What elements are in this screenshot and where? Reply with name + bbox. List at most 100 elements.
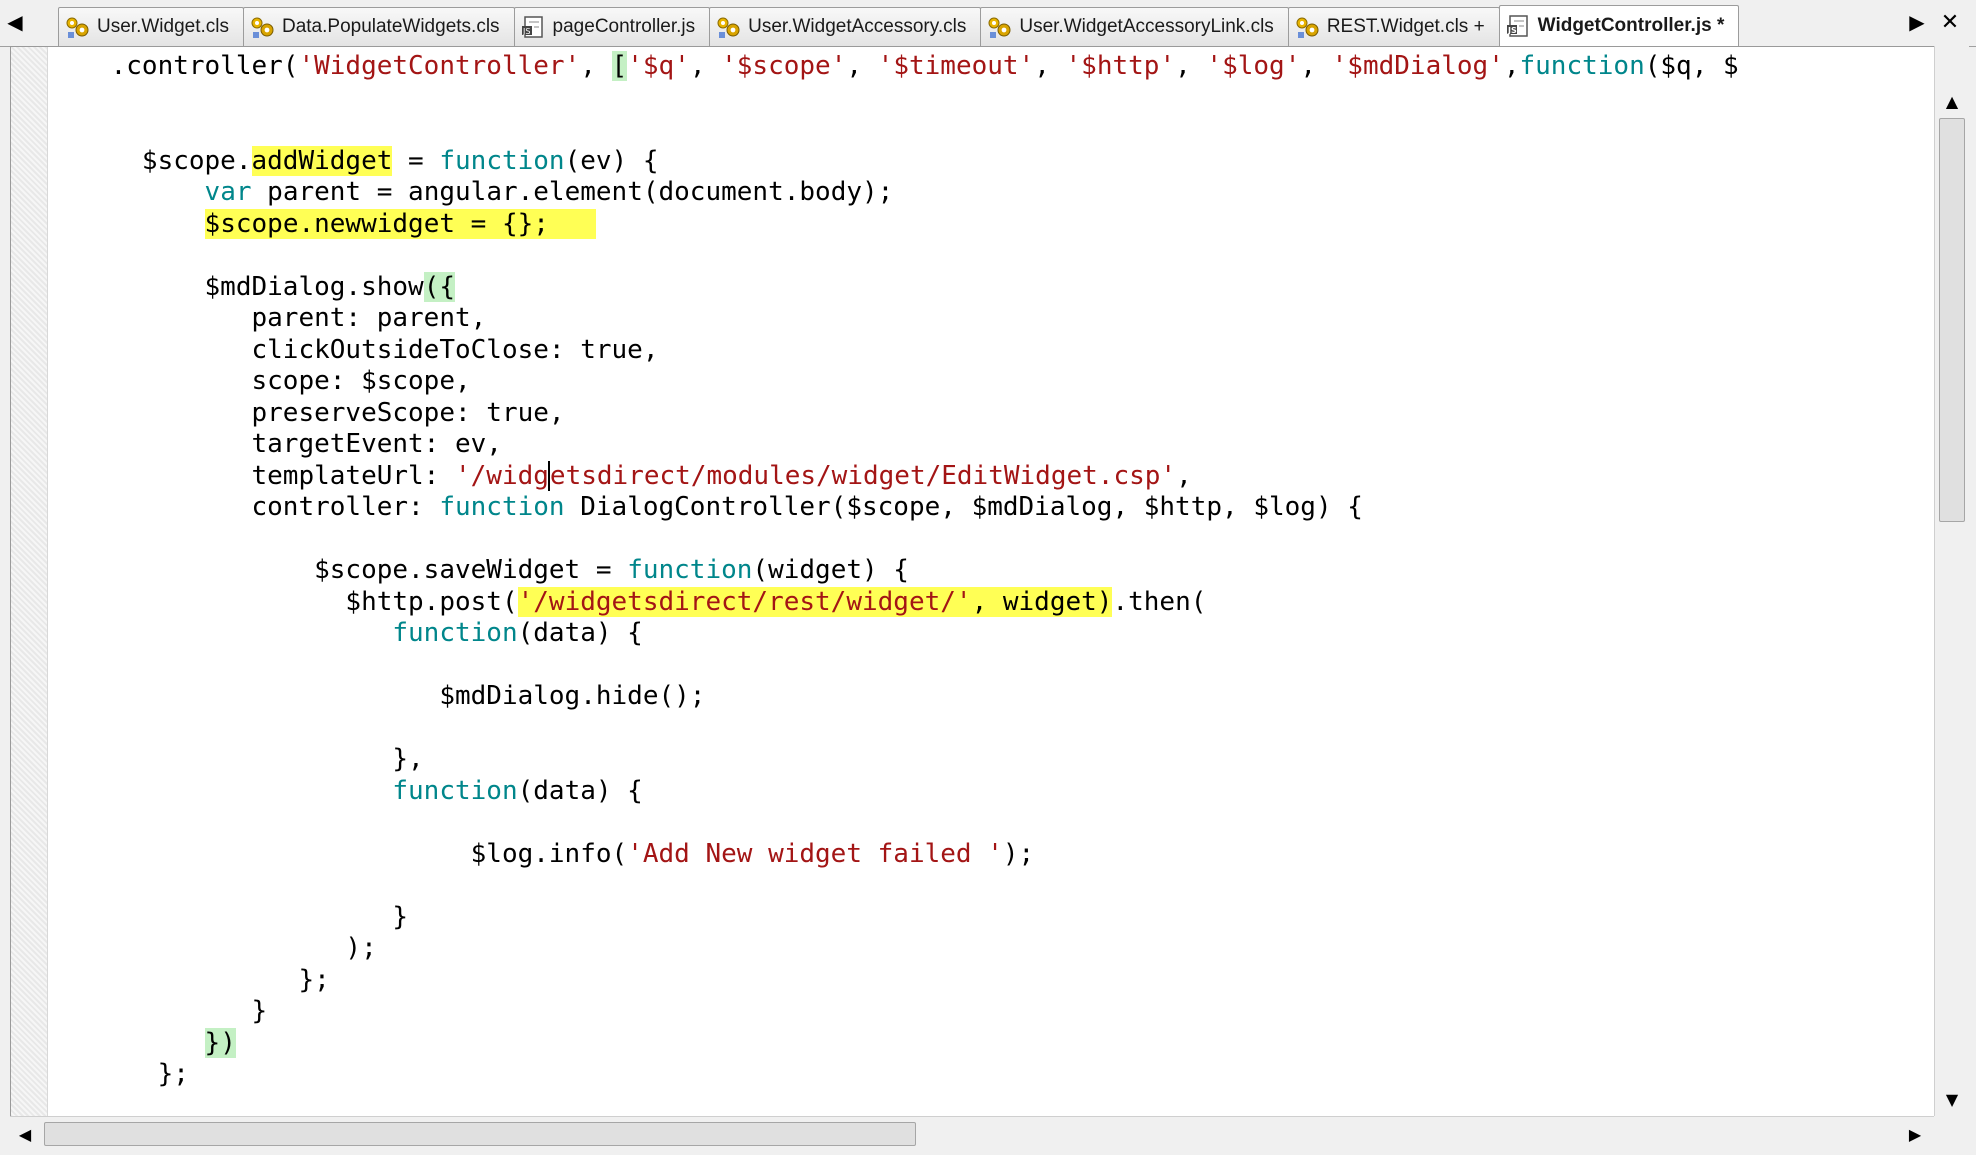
code-token: function xyxy=(439,145,565,176)
code-token: function xyxy=(439,492,565,522)
code-token: '$q' xyxy=(627,51,690,81)
code-line[interactable]: } xyxy=(48,996,1739,1028)
close-icon[interactable]: ✕ xyxy=(1935,0,1965,44)
code-token: '$mdDialog' xyxy=(1331,51,1504,81)
code-token: .controller( xyxy=(48,51,299,81)
code-line[interactable]: .controller('WidgetController', ['$q', '… xyxy=(48,51,1739,83)
code-line[interactable]: templateUrl: '/widgetsdirect/modules/wid… xyxy=(48,460,1739,493)
code-token: function xyxy=(392,775,518,806)
code-token: , xyxy=(1503,51,1520,81)
tab-scroll-right-icon[interactable]: ▶ xyxy=(1902,0,1932,44)
code-line[interactable]: $mdDialog.hide(); xyxy=(48,681,1739,713)
editor-tabs: User.Widget.cls Data.PopulateWidgets.cls J… xyxy=(58,4,1740,46)
scrollbar-corner xyxy=(1934,1116,1968,1150)
code-token: $scope.newwidget = {}; xyxy=(204,208,596,239)
code-line[interactable]: $scope.addWidget = function(ev) { xyxy=(48,145,1739,178)
code-line[interactable]: ​ xyxy=(48,870,1739,902)
code-token: }, xyxy=(48,744,424,774)
tab-widgetcontroller-js[interactable]: JS WidgetController.js * xyxy=(1498,5,1740,46)
code-token: preserveScope: true, xyxy=(48,397,565,428)
code-token: $mdDialog.hide(); xyxy=(48,681,706,711)
code-text[interactable]: .controller('WidgetController', ['$q', '… xyxy=(48,51,1739,1091)
tab-data-populatewidgets-cls[interactable]: Data.PopulateWidgets.cls xyxy=(242,7,515,46)
code-token: $mdDialog.show xyxy=(48,271,424,302)
code-line[interactable]: ​ xyxy=(48,524,1739,556)
code-line[interactable]: ​ xyxy=(48,83,1739,115)
tab-rest-widget-cls[interactable]: REST.Widget.cls + xyxy=(1287,7,1500,46)
editor-gutter xyxy=(11,47,48,1117)
code-token: , xyxy=(580,51,612,81)
horizontal-scroll-thumb[interactable] xyxy=(44,1122,916,1146)
vertical-scroll-thumb[interactable] xyxy=(1939,118,1965,522)
code-line[interactable]: $http.post('/widgetsdirect/rest/widget/'… xyxy=(48,586,1739,619)
js-file-icon: JS xyxy=(521,15,547,39)
cls-file-icon xyxy=(250,15,276,39)
code-token: '$scope' xyxy=(721,51,847,81)
code-line[interactable]: }; xyxy=(48,1059,1739,1091)
code-line[interactable]: parent: parent, xyxy=(48,303,1739,335)
code-token: ($q, $ xyxy=(1644,51,1739,81)
code-line[interactable]: ​ xyxy=(48,807,1739,839)
code-line[interactable]: controller: function DialogController($s… xyxy=(48,492,1739,524)
code-editor[interactable]: .controller('WidgetController', ['$q', '… xyxy=(10,46,1936,1118)
code-line[interactable]: }) xyxy=(48,1027,1739,1060)
svg-text:JS: JS xyxy=(1507,26,1517,35)
code-token: } xyxy=(48,901,409,932)
code-token: , xyxy=(846,51,878,81)
tab-label: Data.PopulateWidgets.cls xyxy=(281,16,500,37)
code-line[interactable]: clickOutsideToClose: true, xyxy=(48,335,1739,367)
code-line[interactable]: $scope.newwidget = {}; xyxy=(48,208,1739,241)
code-line[interactable]: function(data) { xyxy=(48,618,1739,650)
code-token: , xyxy=(1300,51,1332,81)
code-line[interactable]: targetEvent: ev, xyxy=(48,429,1739,461)
scroll-left-icon[interactable]: ◀ xyxy=(10,1119,40,1149)
tab-label: User.WidgetAccessory.cls xyxy=(748,16,967,37)
code-token: '/widgetsdirect/rest/widget/' xyxy=(517,586,972,617)
code-line[interactable]: ); xyxy=(48,933,1739,965)
scroll-down-icon[interactable]: ▼ xyxy=(1935,1084,1969,1114)
code-line[interactable]: }, xyxy=(48,744,1739,776)
code-line[interactable]: function(data) { xyxy=(48,776,1739,808)
code-line[interactable]: scope: $scope, xyxy=(48,366,1739,398)
code-area[interactable]: .controller('WidgetController', ['$q', '… xyxy=(48,47,1935,1117)
code-line[interactable]: var parent = angular.element(document.bo… xyxy=(48,177,1739,209)
code-token: , xyxy=(1176,460,1192,491)
tab-scroll-left-icon[interactable]: ◀ xyxy=(0,0,30,44)
js-file-icon: JS xyxy=(1506,14,1532,38)
code-line[interactable]: } xyxy=(48,902,1739,934)
tab-pagecontroller-js[interactable]: JS pageController.js xyxy=(513,7,711,46)
code-line[interactable]: $log.info('Add New widget failed '); xyxy=(48,839,1739,871)
code-token: , widget) xyxy=(971,586,1113,617)
cls-file-icon xyxy=(65,15,91,39)
code-token: controller: xyxy=(48,492,440,522)
code-token: '$http' xyxy=(1065,51,1176,81)
code-line[interactable]: $scope.saveWidget = function(widget) { xyxy=(48,555,1739,587)
scroll-right-icon[interactable]: ▶ xyxy=(1900,1119,1930,1149)
vertical-scrollbar[interactable]: ▲ ▼ xyxy=(1934,46,1969,1116)
tab-user-widget-cls[interactable]: User.Widget.cls xyxy=(58,7,244,46)
tab-user-widgetaccessory-cls[interactable]: User.WidgetAccessory.cls xyxy=(709,7,982,46)
horizontal-scrollbar[interactable]: ◀ ▶ xyxy=(10,1116,1934,1151)
code-token: etsdirect/modules/widget/EditWidget.csp' xyxy=(549,460,1177,491)
code-line[interactable]: ​ xyxy=(48,114,1739,146)
tab-label: User.WidgetAccessoryLink.cls xyxy=(1019,16,1274,37)
code-token: (data) { xyxy=(517,775,643,806)
code-token: = xyxy=(392,145,440,176)
code-line[interactable]: ​ xyxy=(48,713,1739,745)
code-token: DialogController($scope, $mdDialog, $htt… xyxy=(564,492,1363,522)
svg-text:JS: JS xyxy=(522,27,530,36)
code-line[interactable]: ​ xyxy=(48,650,1739,682)
code-line[interactable]: preserveScope: true, xyxy=(48,398,1739,430)
code-token: }; xyxy=(48,1059,189,1089)
tab-user-widgetaccessorylink-cls[interactable]: User.WidgetAccessoryLink.cls xyxy=(980,7,1289,46)
code-line[interactable]: ​ xyxy=(48,240,1739,272)
code-token: (ev) { xyxy=(564,145,659,176)
scroll-up-icon[interactable]: ▲ xyxy=(1935,86,1969,116)
tab-label: pageController.js xyxy=(552,16,696,37)
code-token: ({ xyxy=(423,271,455,302)
code-token: var xyxy=(204,177,252,207)
code-line[interactable]: $mdDialog.show({ xyxy=(48,271,1739,304)
code-line[interactable]: }; xyxy=(48,965,1739,997)
